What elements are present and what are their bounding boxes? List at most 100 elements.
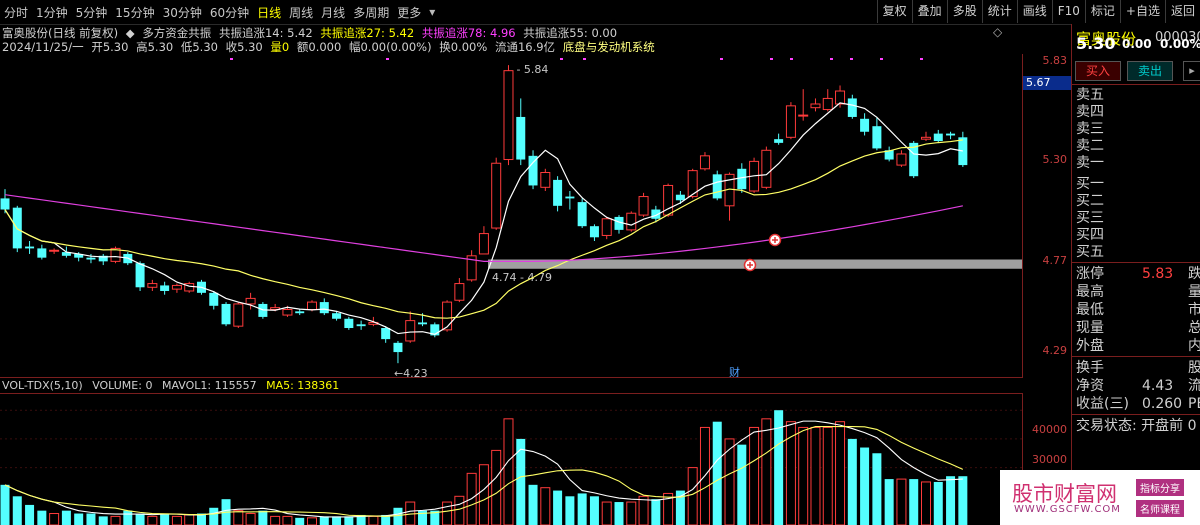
timeframe-tab[interactable]: 更多 [393,4,425,21]
volume-bar-down [0,484,10,525]
volume-bar-up [368,515,379,525]
quote-panel: 富奥股份 000030 5.30 0.00 0.00% 买入 卖出 ▸ 卖五 卖四… [1071,24,1200,525]
candle-body-down [381,328,391,340]
timeframe-tab[interactable]: 15分钟 [111,4,158,21]
volume-bar-down [589,496,599,525]
candle-body-up [835,90,846,105]
candle-body-up [491,162,502,229]
close-indicator-icon[interactable]: ◇ [993,25,1002,39]
more-trade-button[interactable]: ▸ [1183,61,1200,81]
candle-body-down [295,311,305,314]
bar-low: 低5.30 [180,40,218,54]
ask-level: 卖一 [1076,155,1104,171]
bid-level: 买二 [1076,193,1104,209]
volume-indicator-name[interactable]: VOL-TDX(5,10) [2,379,83,392]
candle-body-up [785,105,796,138]
toolbar-button[interactable]: F10 [1051,0,1085,23]
timeframe-tab[interactable]: 1分钟 [32,4,72,21]
toolbar-button[interactable]: +自选 [1119,0,1165,23]
volume-bar-down [295,517,305,525]
signal-dot [720,58,723,60]
watermark-logo: 股市财富网 WWW.GSCFW.COM 指标分享 名师课程 [1000,470,1200,525]
timeframe-tab[interactable]: 30分钟 [159,4,206,21]
indicator-value-14: 共振追涨14: 5.42 [218,26,313,40]
toolbar-button[interactable]: 统计 [981,0,1017,23]
bar-range: 幅0.00(0.00%) [348,40,432,54]
candle-body-down [37,248,47,258]
timeframe-tab[interactable]: 周线 [285,4,317,21]
signal-dot [583,58,586,60]
stat-label-2: 市 [1188,301,1200,319]
candle-body-down [135,263,145,288]
price-axis: 5.83 5.67 5.30 4.77 4.29 [1022,54,1071,378]
toolbar-button[interactable]: 画线 [1016,0,1052,23]
toolbar-button[interactable]: 多股 [946,0,982,23]
volume-bar-down [909,479,919,525]
stat-row: 外盘 内 [1076,337,1200,355]
volume-bar-up [687,467,698,525]
timeframe-tab[interactable]: 60分钟 [206,4,253,21]
timeframe-tab[interactable]: 5分钟 [72,4,112,21]
toolbar-button[interactable]: 叠加 [911,0,947,23]
volume-bar-up [822,426,833,525]
finance-marker: 财 [729,365,740,378]
toolbar-button[interactable]: 标记 [1084,0,1120,23]
volume-bar-down [946,476,956,525]
candle-body-down [860,118,870,132]
candle-body-down [319,302,329,314]
stat-label-2: 股 [1188,359,1200,377]
indicator-value-55: 共振追涨55: 0.00 [523,26,618,40]
candle-body-down [356,324,366,327]
candlestick-chart[interactable]: 4.74 - 4.79 - 5.84 ←4.23 财 [0,54,1022,378]
volume-bar-up [921,481,931,525]
volume-bar-up [307,517,317,525]
bid-level: 买一 [1076,176,1104,192]
volume-bar-down [12,496,22,525]
price-axis-label: 4.29 [1042,344,1068,357]
candle-body-up [49,249,60,252]
volume-bar-down [565,496,575,525]
toolbar-button[interactable]: 返回 [1164,0,1200,23]
candle-body-up [405,320,416,342]
candle-body-down [516,116,526,160]
stat-value: 5.83 [1142,266,1174,282]
volume-bar-up [270,515,281,525]
candle-body-down [946,133,956,136]
sell-button[interactable]: 卖出 [1127,61,1173,81]
stat-value: 4.43 [1142,378,1174,394]
signal-dot [560,58,563,60]
volume-chart[interactable] [0,393,1022,525]
price-change-pct: 0.00% [1160,37,1200,51]
timeframe-tab[interactable]: 月线 [317,4,349,21]
ma5-line [4,102,963,335]
buy-button[interactable]: 买入 [1075,61,1121,81]
more-dropdown-icon[interactable]: ▾ [425,5,439,19]
bar-close: 收5.30 [225,40,263,54]
candle-body-down [872,126,882,149]
volume-bar-up [282,515,293,525]
candle-body-down [933,133,943,142]
toolbar-button[interactable]: 复权 [876,0,912,23]
bar-open: 开5.30 [91,40,129,54]
volume-bar-down [344,516,354,525]
candle-body-up [626,212,637,231]
diamond-icon: ◆ [125,26,135,40]
stat-label-2: 跌 [1188,265,1200,283]
signal-dot [830,58,833,60]
current-price-marker: 5.67 [1023,76,1071,90]
candle-body-down [774,139,784,143]
timeframe-tab[interactable]: 分时 [0,4,32,21]
candle-body-up [282,308,293,316]
timeframe-tab[interactable]: 多周期 [349,4,393,21]
indicator-name[interactable]: 多方资金共振 [142,26,211,40]
signal-dot [920,58,923,60]
timeframe-tab[interactable]: 日线 [253,4,285,21]
candle-body-up [454,283,465,301]
candle-body-down [675,194,685,201]
volume-bar-down [25,504,35,525]
volume-bar-down [958,476,968,525]
volume-bar-up [491,449,502,525]
volume-axis-label: 40000 [1032,423,1067,436]
candle-body-down [86,257,96,260]
stat-row: 净资 4.43 流 [1076,377,1200,395]
